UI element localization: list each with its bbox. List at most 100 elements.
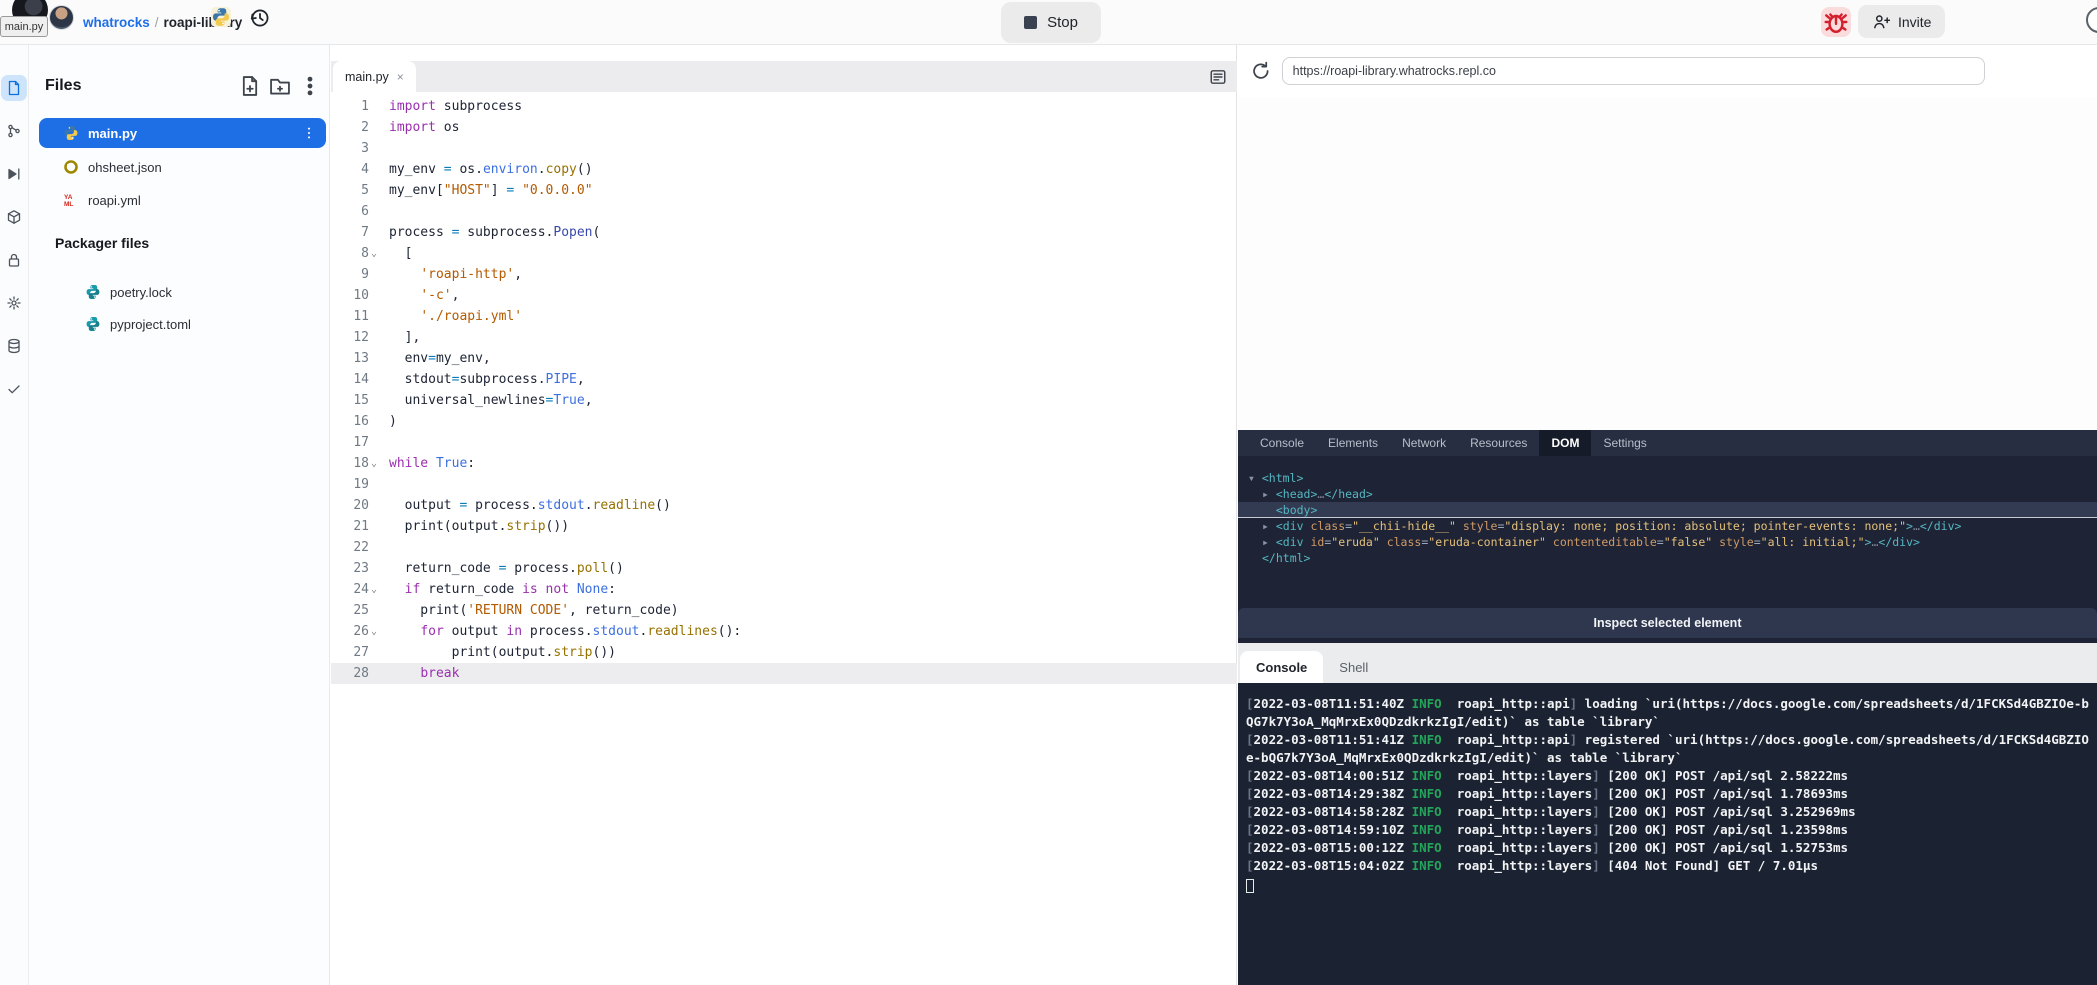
inspect-selected-element-button[interactable]: Inspect selected element [1238, 608, 2097, 638]
dom-node-row[interactable]: ▸ <div class="__chii-hide__" style="disp… [1238, 518, 2097, 534]
browser-viewport[interactable] [1238, 97, 2097, 430]
fold-arrow-icon[interactable]: ⌄ [371, 579, 383, 600]
tab-close-icon[interactable]: × [397, 70, 404, 84]
code-line-12[interactable]: 12 ], [331, 327, 1237, 348]
user-avatar[interactable] [49, 5, 74, 30]
history-icon[interactable] [249, 7, 271, 29]
code-area[interactable]: 1import subprocess2import os34my_env = o… [331, 96, 1237, 684]
rail-packages-icon[interactable] [1, 204, 27, 230]
code-line-27[interactable]: 27 print(output.strip()) [331, 642, 1237, 663]
top-header: main.py whatrocks / roapi-library Stop I… [0, 0, 2097, 45]
line-number: 8 [331, 243, 369, 264]
dom-node-row[interactable]: ▸ <div id="eruda" class="eruda-container… [1238, 534, 2097, 550]
editor-layout-icon[interactable] [1209, 68, 1227, 86]
code-line-25[interactable]: 25 print('RETURN CODE', return_code) [331, 600, 1237, 621]
new-file-icon[interactable] [239, 75, 261, 97]
dom-node-row[interactable]: ▸ <head>…</head> [1238, 486, 2097, 502]
edit-pencil-icon[interactable] [1994, 61, 2014, 81]
code-line-13[interactable]: 13 env=my_env, [331, 348, 1237, 369]
breadcrumb-username[interactable]: whatrocks [83, 15, 150, 30]
fold-arrow-icon[interactable]: ⌄ [371, 243, 383, 264]
file-row-ohsheet.json[interactable]: ohsheet.json [39, 152, 326, 182]
file-row-poetry.lock[interactable]: poetry.lock [39, 277, 326, 307]
code-line-22[interactable]: 22 [331, 537, 1237, 558]
devtools-tab-network[interactable]: Network [1390, 430, 1458, 456]
fold-arrow-icon[interactable]: ⌄ [371, 453, 383, 474]
tab-main-py[interactable]: main.py × [333, 61, 416, 92]
files-menu-kebab-icon[interactable] [299, 75, 321, 97]
code-line-17[interactable]: 17 [331, 432, 1237, 453]
console-output[interactable]: [2022-03-08T11:51:40Z INFO roapi_http::a… [1238, 683, 2097, 985]
rail-run-config-icon[interactable] [1, 161, 27, 187]
file-row-roapi.yml[interactable]: YAMLroapi.yml [39, 185, 326, 215]
code-line-2[interactable]: 2import os [331, 117, 1237, 138]
devtools-icon[interactable] [2023, 61, 2043, 81]
rail-checklist-icon[interactable] [1, 376, 27, 402]
dom-node-row[interactable]: </html> [1238, 550, 2097, 566]
code-line-26[interactable]: 26⌄ for output in process.stdout.readlin… [331, 621, 1237, 642]
devtools-tab-settings[interactable]: Settings [1591, 430, 1658, 456]
code-line-3[interactable]: 3 [331, 138, 1237, 159]
code-line-1[interactable]: 1import subprocess [331, 96, 1237, 117]
console-panel-tab-console[interactable]: Console [1240, 651, 1323, 683]
console-log-line: [2022-03-08T11:51:40Z INFO roapi_http::a… [1246, 695, 2089, 731]
code-line-23[interactable]: 23 return_code = process.poll() [331, 558, 1237, 579]
code-line-20[interactable]: 20 output = process.stdout.readline() [331, 495, 1237, 516]
fold-arrow-icon[interactable]: ⌄ [371, 621, 383, 642]
replit-workspace: main.py whatrocks / roapi-library Stop I… [0, 0, 2097, 985]
rail-settings-gear-icon[interactable] [1, 290, 27, 316]
code-text: return_code = process.poll() [389, 558, 624, 579]
packager-files-label: Packager files [55, 235, 149, 251]
code-line-4[interactable]: 4my_env = os.environ.copy() [331, 159, 1237, 180]
devtools-tab-elements[interactable]: Elements [1316, 430, 1390, 456]
close-webview-icon[interactable] [2077, 61, 2097, 81]
file-kebab-icon[interactable] [302, 126, 316, 140]
code-line-8[interactable]: 8⌄ [ [331, 243, 1237, 264]
code-line-9[interactable]: 9 'roapi-http', [331, 264, 1237, 285]
code-line-16[interactable]: 16) [331, 411, 1237, 432]
line-number: 12 [331, 327, 369, 348]
stop-label: Stop [1047, 14, 1078, 31]
code-line-18[interactable]: 18⌄while True: [331, 453, 1237, 474]
code-line-19[interactable]: 19 [331, 474, 1237, 495]
line-number: 21 [331, 516, 369, 537]
url-input[interactable] [1282, 57, 1986, 85]
rail-database-icon[interactable] [1, 333, 27, 359]
code-line-15[interactable]: 15 universal_newlines=True, [331, 390, 1237, 411]
console-panel-tab-shell[interactable]: Shell [1323, 651, 1384, 683]
code-line-14[interactable]: 14 stdout=subprocess.PIPE, [331, 369, 1237, 390]
code-line-6[interactable]: 6 [331, 201, 1237, 222]
code-line-5[interactable]: 5my_env["HOST"] = "0.0.0.0" [331, 180, 1237, 201]
devtools-tab-dom[interactable]: DOM [1539, 430, 1591, 456]
dom-node-row[interactable]: ▾ <html> [1238, 470, 2097, 486]
breadcrumb-separator: / [155, 15, 159, 30]
new-folder-icon[interactable] [269, 75, 291, 97]
code-line-10[interactable]: 10 '-c', [331, 285, 1237, 306]
code-text: process = subprocess.Popen( [389, 222, 600, 243]
files-header: Files [45, 75, 321, 97]
dom-node-row[interactable]: <body> [1238, 502, 2097, 518]
python-teal-icon [85, 284, 101, 300]
file-row-pyproject.toml[interactable]: pyproject.toml [39, 309, 326, 339]
file-row-main.py[interactable]: main.py [39, 118, 326, 148]
rail-secrets-lock-icon[interactable] [1, 247, 27, 273]
devtools-tab-resources[interactable]: Resources [1458, 430, 1539, 456]
devtools-tab-console[interactable]: Console [1248, 430, 1316, 456]
presence-avatar[interactable] [2086, 7, 2097, 33]
invite-button[interactable]: Invite [1858, 5, 1945, 38]
refresh-icon[interactable] [1250, 60, 1272, 82]
report-bug-button[interactable] [1821, 7, 1851, 37]
code-line-7[interactable]: 7process = subprocess.Popen( [331, 222, 1237, 243]
code-editor: main.py × 1import subprocess2import os34… [331, 45, 1237, 985]
open-external-icon[interactable] [2052, 61, 2072, 81]
rail-files-icon[interactable] [1, 75, 27, 101]
code-line-21[interactable]: 21 print(output.strip()) [331, 516, 1237, 537]
dom-tree[interactable]: ▾ <html>▸ <head>…</head> <body>▸ <div cl… [1238, 456, 2097, 566]
file-tooltip: main.py [0, 16, 48, 37]
stop-button[interactable]: Stop [1001, 2, 1101, 43]
code-line-24[interactable]: 24⌄ if return_code is not None: [331, 579, 1237, 600]
line-number: 6 [331, 201, 369, 222]
code-line-28[interactable]: 28 break [331, 663, 1237, 684]
rail-version-control-icon[interactable] [1, 118, 27, 144]
code-line-11[interactable]: 11 './roapi.yml' [331, 306, 1237, 327]
